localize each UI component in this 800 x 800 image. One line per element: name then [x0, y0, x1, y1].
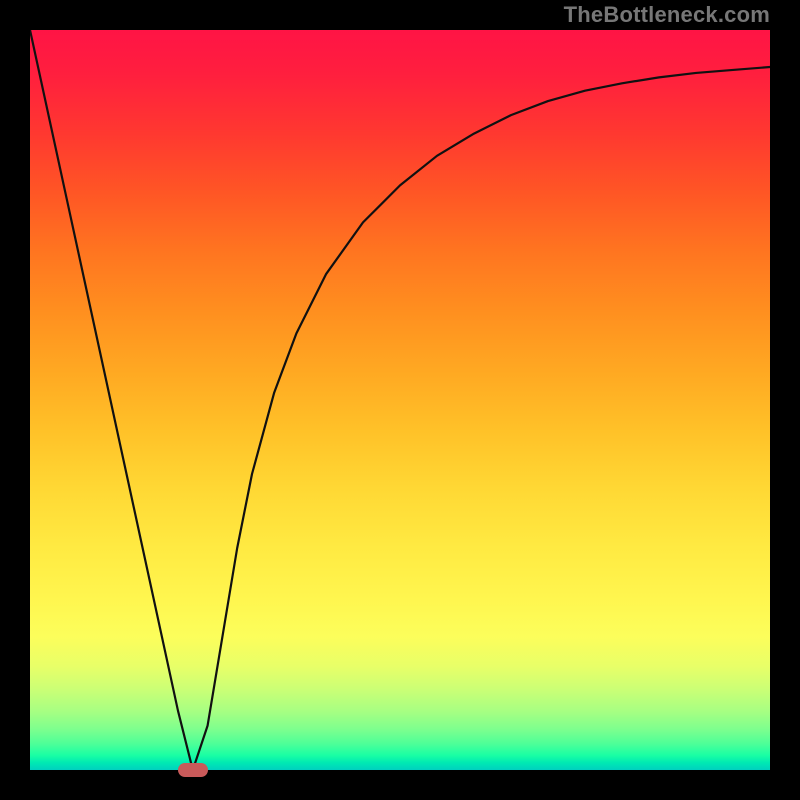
bottleneck-curve — [30, 30, 770, 770]
plot-area — [30, 30, 770, 770]
optimum-marker — [178, 763, 208, 777]
curve-svg — [30, 30, 770, 770]
watermark-text: TheBottleneck.com — [564, 2, 770, 28]
chart-frame: TheBottleneck.com — [0, 0, 800, 800]
